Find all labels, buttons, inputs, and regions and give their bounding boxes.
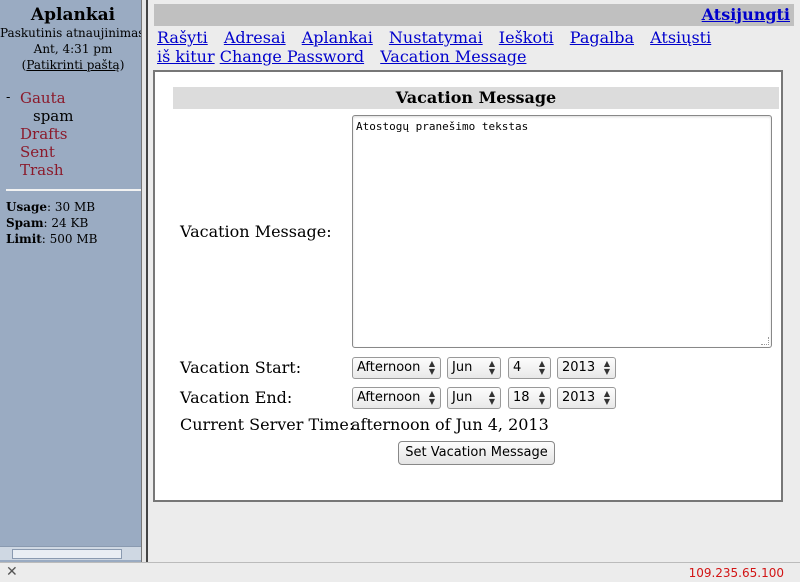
end-label: Vacation End: <box>180 388 293 407</box>
folder-label[interactable]: Trash <box>20 161 63 179</box>
folder-label[interactable]: Sent <box>20 143 55 161</box>
end-month-select[interactable]: Jun ▲ ▼ <box>447 387 501 409</box>
updown-icon: ▲ ▼ <box>488 389 496 406</box>
resize-grip[interactable] <box>761 337 769 345</box>
textarea-value: Atostogų pranešimo tekstas <box>356 120 529 133</box>
server-time-value: afternoon of Jun 4, 2013 <box>351 415 549 434</box>
main-nav: Rašyti Adresai Aplankai Nustatymai Ieško… <box>157 28 717 66</box>
updown-icon: ▲ ▼ <box>538 359 546 376</box>
nav-vacation-message[interactable]: Vacation Message <box>380 47 526 66</box>
end-period-select[interactable]: Afternoon ▲ ▼ <box>352 387 441 409</box>
updown-icon: ▲ ▼ <box>603 389 611 406</box>
folder-trash[interactable]: Trash <box>0 161 146 179</box>
scrollbar-thumb[interactable] <box>12 549 122 559</box>
folder-inbox[interactable]: - Gauta <box>0 89 146 107</box>
horizontal-scrollbar[interactable] <box>0 546 146 560</box>
start-label: Vacation Start: <box>180 358 302 377</box>
vacation-title: Vacation Message <box>173 87 779 109</box>
quota-info: Usage: 30 MB Spam: 24 KB Limit: 500 MB <box>6 199 146 247</box>
nav-options[interactable]: Nustatymai <box>389 28 483 47</box>
check-mail: (Patikrinti paštą) <box>21 58 125 72</box>
nav-folders[interactable]: Aplankai <box>302 28 373 47</box>
nav-search[interactable]: Ieškoti <box>499 28 554 47</box>
start-month-select[interactable]: Jun ▲ ▼ <box>447 357 501 379</box>
frame-divider[interactable] <box>141 0 148 562</box>
server-time-label: Current Server Time: <box>180 415 355 434</box>
expand-toggle[interactable]: - <box>6 89 10 107</box>
quota-usage: Usage: 30 MB <box>6 200 96 214</box>
set-vacation-button[interactable]: Set Vacation Message <box>398 441 555 465</box>
main-frame: Atsijungti Rašyti Adresai Aplankai Nusta… <box>148 0 800 562</box>
nav-help[interactable]: Pagalba <box>570 28 634 47</box>
folder-label[interactable]: Gauta <box>20 89 66 107</box>
nav-compose[interactable]: Rašyti <box>157 28 208 47</box>
folder-sent[interactable]: Sent <box>0 143 146 161</box>
quota-spam: Spam: 24 KB <box>6 216 89 230</box>
folders-title: Aplankai <box>30 5 116 25</box>
start-day-select[interactable]: 4 ▲ ▼ <box>508 357 551 379</box>
logout-link[interactable]: Atsijungti <box>702 5 790 24</box>
close-icon[interactable]: ✕ <box>6 564 18 580</box>
folder-list: - Gauta spam Drafts Sent Trash <box>0 89 146 179</box>
check-mail-link[interactable]: Patikrinti paštą <box>26 58 119 72</box>
start-year-select[interactable]: 2013 ▲ ▼ <box>557 357 616 379</box>
updown-icon: ▲ ▼ <box>428 389 436 406</box>
updown-icon: ▲ ▼ <box>428 359 436 376</box>
vacation-message-textarea[interactable]: Atostogų pranešimo tekstas <box>352 115 772 348</box>
last-refresh-label: Paskutinis atnaujinimas: <box>0 26 146 40</box>
last-refresh-time: Ant, 4:31 pm <box>33 42 113 56</box>
folders-frame: Aplankai Paskutinis atnaujinimas: Ant, 4… <box>0 0 146 562</box>
end-year-select[interactable]: 2013 ▲ ▼ <box>557 387 616 409</box>
updown-icon: ▲ ▼ <box>538 389 546 406</box>
end-day-select[interactable]: 18 ▲ ▼ <box>508 387 551 409</box>
sidebar-divider <box>6 189 142 191</box>
updown-icon: ▲ ▼ <box>603 359 611 376</box>
folder-label[interactable]: spam <box>33 107 73 125</box>
updown-icon: ▲ ▼ <box>488 359 496 376</box>
vacation-panel: Vacation Message Vacation Message: Atost… <box>153 70 783 502</box>
top-bar: Atsijungti <box>154 4 794 26</box>
folder-spam[interactable]: spam <box>0 107 146 125</box>
start-period-select[interactable]: Afternoon ▲ ▼ <box>352 357 441 379</box>
nav-change-password[interactable]: Change Password <box>220 47 364 66</box>
message-label: Vacation Message: <box>180 222 332 241</box>
nav-addresses[interactable]: Adresai <box>224 28 286 47</box>
quota-limit: Limit: 500 MB <box>6 232 98 246</box>
ip-address: 109.235.65.100 <box>688 566 784 580</box>
folder-label[interactable]: Drafts <box>20 125 67 143</box>
folder-drafts[interactable]: Drafts <box>0 125 146 143</box>
status-bar: ✕ 109.235.65.100 <box>0 562 800 582</box>
